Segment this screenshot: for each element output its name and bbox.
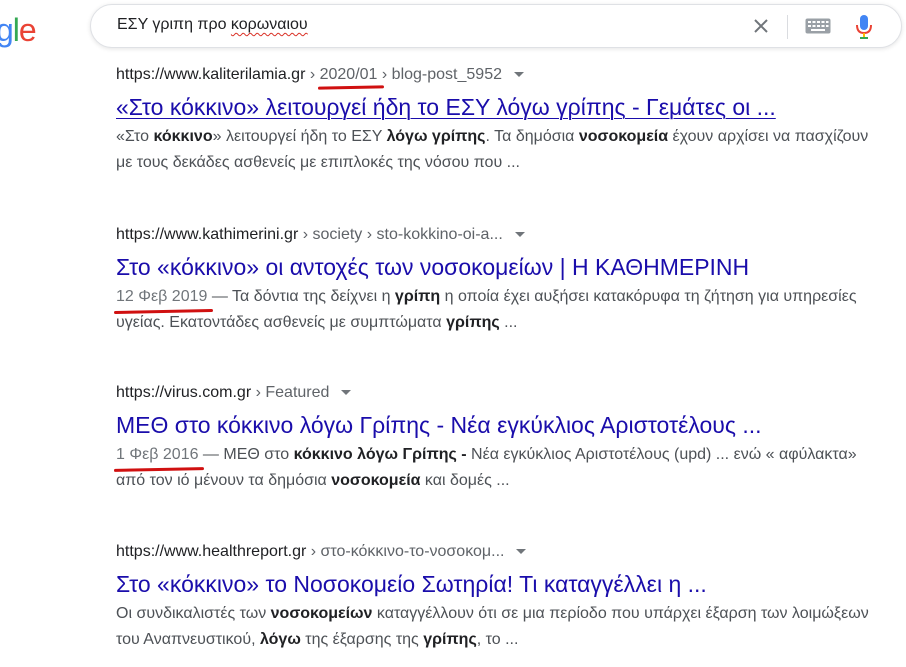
result-url[interactable]: https://www.kaliterilamia.gr › 2020/01 ›… (116, 64, 876, 86)
snippet-text: . Τα δημόσια (485, 128, 579, 145)
snippet-keyword: νοσοκομείων (270, 605, 373, 622)
keyboard-icon[interactable] (805, 18, 831, 34)
snippet-text: Οι συνδικαλιστές των (116, 605, 271, 622)
result-url[interactable]: https://www.healthreport.gr › στο-κόκκιν… (116, 541, 876, 563)
result-title[interactable]: «Στο κόκκινο» λειτουργεί ήδη το ΕΣΥ λόγω… (116, 92, 876, 122)
snippet-keyword: κόκκινο (153, 128, 213, 145)
search-result: https://www.kathimerini.gr › society › s… (116, 224, 876, 336)
snippet-keyword: κόκκινο λόγω Γρίπης - (293, 446, 467, 463)
snippet-text: «Στο (116, 128, 154, 145)
snippet-keyword: γρίπη (394, 288, 441, 305)
chevron-down-icon[interactable] (513, 72, 524, 78)
result-site: https://www.kathimerini.gr (116, 226, 299, 243)
result-snippet-text: — Τα δόντια της δείχνει η γρίπη η οποία … (116, 288, 857, 331)
result-site: https://virus.com.gr (116, 384, 252, 401)
result-path: › Featured (251, 384, 330, 401)
chevron-down-icon[interactable] (514, 232, 525, 238)
chevron-down-icon[interactable] (341, 390, 352, 396)
result-url[interactable]: https://www.kathimerini.gr › society › s… (116, 224, 876, 246)
snippet-keyword: γρίπης (423, 631, 477, 648)
result-site: https://www.healthreport.gr (116, 543, 307, 560)
search-input[interactable]: ΕΣΥ γριπη προ κορωναιου (117, 16, 677, 34)
google-logo[interactable]: gle (0, 12, 37, 48)
search-result: https://www.kaliterilamia.gr › 2020/01 ›… (116, 64, 876, 176)
result-snippet: Οι συνδικαλιστές των νοσοκομείων καταγγέ… (116, 601, 876, 653)
snippet-text: της έξαρσης της (300, 631, 424, 648)
microphone-icon[interactable] (855, 14, 873, 40)
snippet-text: και δομές ... (420, 472, 510, 489)
snippet-keyword: νοσοκομεία (578, 128, 669, 145)
search-divider (787, 15, 788, 39)
clear-icon[interactable] (751, 16, 771, 36)
snippet-text: , το ... (476, 631, 519, 648)
result-snippet-text: — ΜΕΘ στο κόκκινο λόγω Γρίπης - Νέα εγκύ… (116, 446, 857, 489)
result-title[interactable]: ΜΕΘ στο κόκκινο λόγω Γρίπης - Νέα εγκύκλ… (116, 410, 876, 440)
result-path: › society › sto-kokkino-oi-a... (298, 226, 503, 243)
result-path: › στο-κόκκινο-το-νοσοκομ... (306, 543, 505, 560)
snippet-keyword: λόγω γρίπης (386, 128, 486, 145)
search-result: https://virus.com.gr › Featured ΜΕΘ στο … (116, 382, 876, 494)
result-path: › (305, 66, 320, 83)
snippet-text: — Τα δόντια της δείχνει η (207, 288, 395, 305)
result-title[interactable]: Στο «κόκκινο» το Νοσοκομείο Σωτηρία! Τι … (116, 569, 876, 599)
snippet-text: ... (499, 314, 518, 331)
result-date: 1 Φεβ 2016 (116, 442, 198, 468)
result-date: 12 Φεβ 2019 (116, 284, 207, 310)
query-misspelled-word: κορωναιου (230, 16, 308, 33)
search-result: https://www.healthreport.gr › στο-κόκκιν… (116, 541, 876, 653)
result-snippet: 1 Φεβ 2016 — ΜΕΘ στο κόκκινο λόγω Γρίπης… (116, 442, 876, 494)
result-snippet: «Στο κόκκινο» λειτουργεί ήδη το ΕΣΥ λόγω… (116, 124, 876, 176)
annotated-date-path: 2020/01 (320, 64, 378, 86)
snippet-keyword: νοσοκομεία (331, 472, 421, 489)
query-text: ΕΣΥ γριπη προ (117, 16, 231, 33)
result-path-rest: › blog-post_5952 (377, 66, 502, 83)
logo-letters: gle (0, 12, 37, 48)
snippet-text: — ΜΕΘ στο (198, 446, 294, 463)
result-url[interactable]: https://virus.com.gr › Featured (116, 382, 876, 404)
result-site: https://www.kaliterilamia.gr (116, 66, 306, 83)
result-title[interactable]: Στο «κόκκινο» οι αντοχές των νοσοκομείων… (116, 252, 876, 282)
snippet-keyword: λόγω (259, 631, 301, 648)
chevron-down-icon[interactable] (516, 549, 527, 555)
result-snippet: 12 Φεβ 2019 — Τα δόντια της δείχνει η γρ… (116, 284, 876, 336)
snippet-text: » λειτουργεί ήδη το ΕΣΥ (212, 128, 387, 145)
snippet-keyword: γρίπης (446, 314, 500, 331)
search-box[interactable]: ΕΣΥ γριπη προ κορωναιου (90, 4, 902, 48)
